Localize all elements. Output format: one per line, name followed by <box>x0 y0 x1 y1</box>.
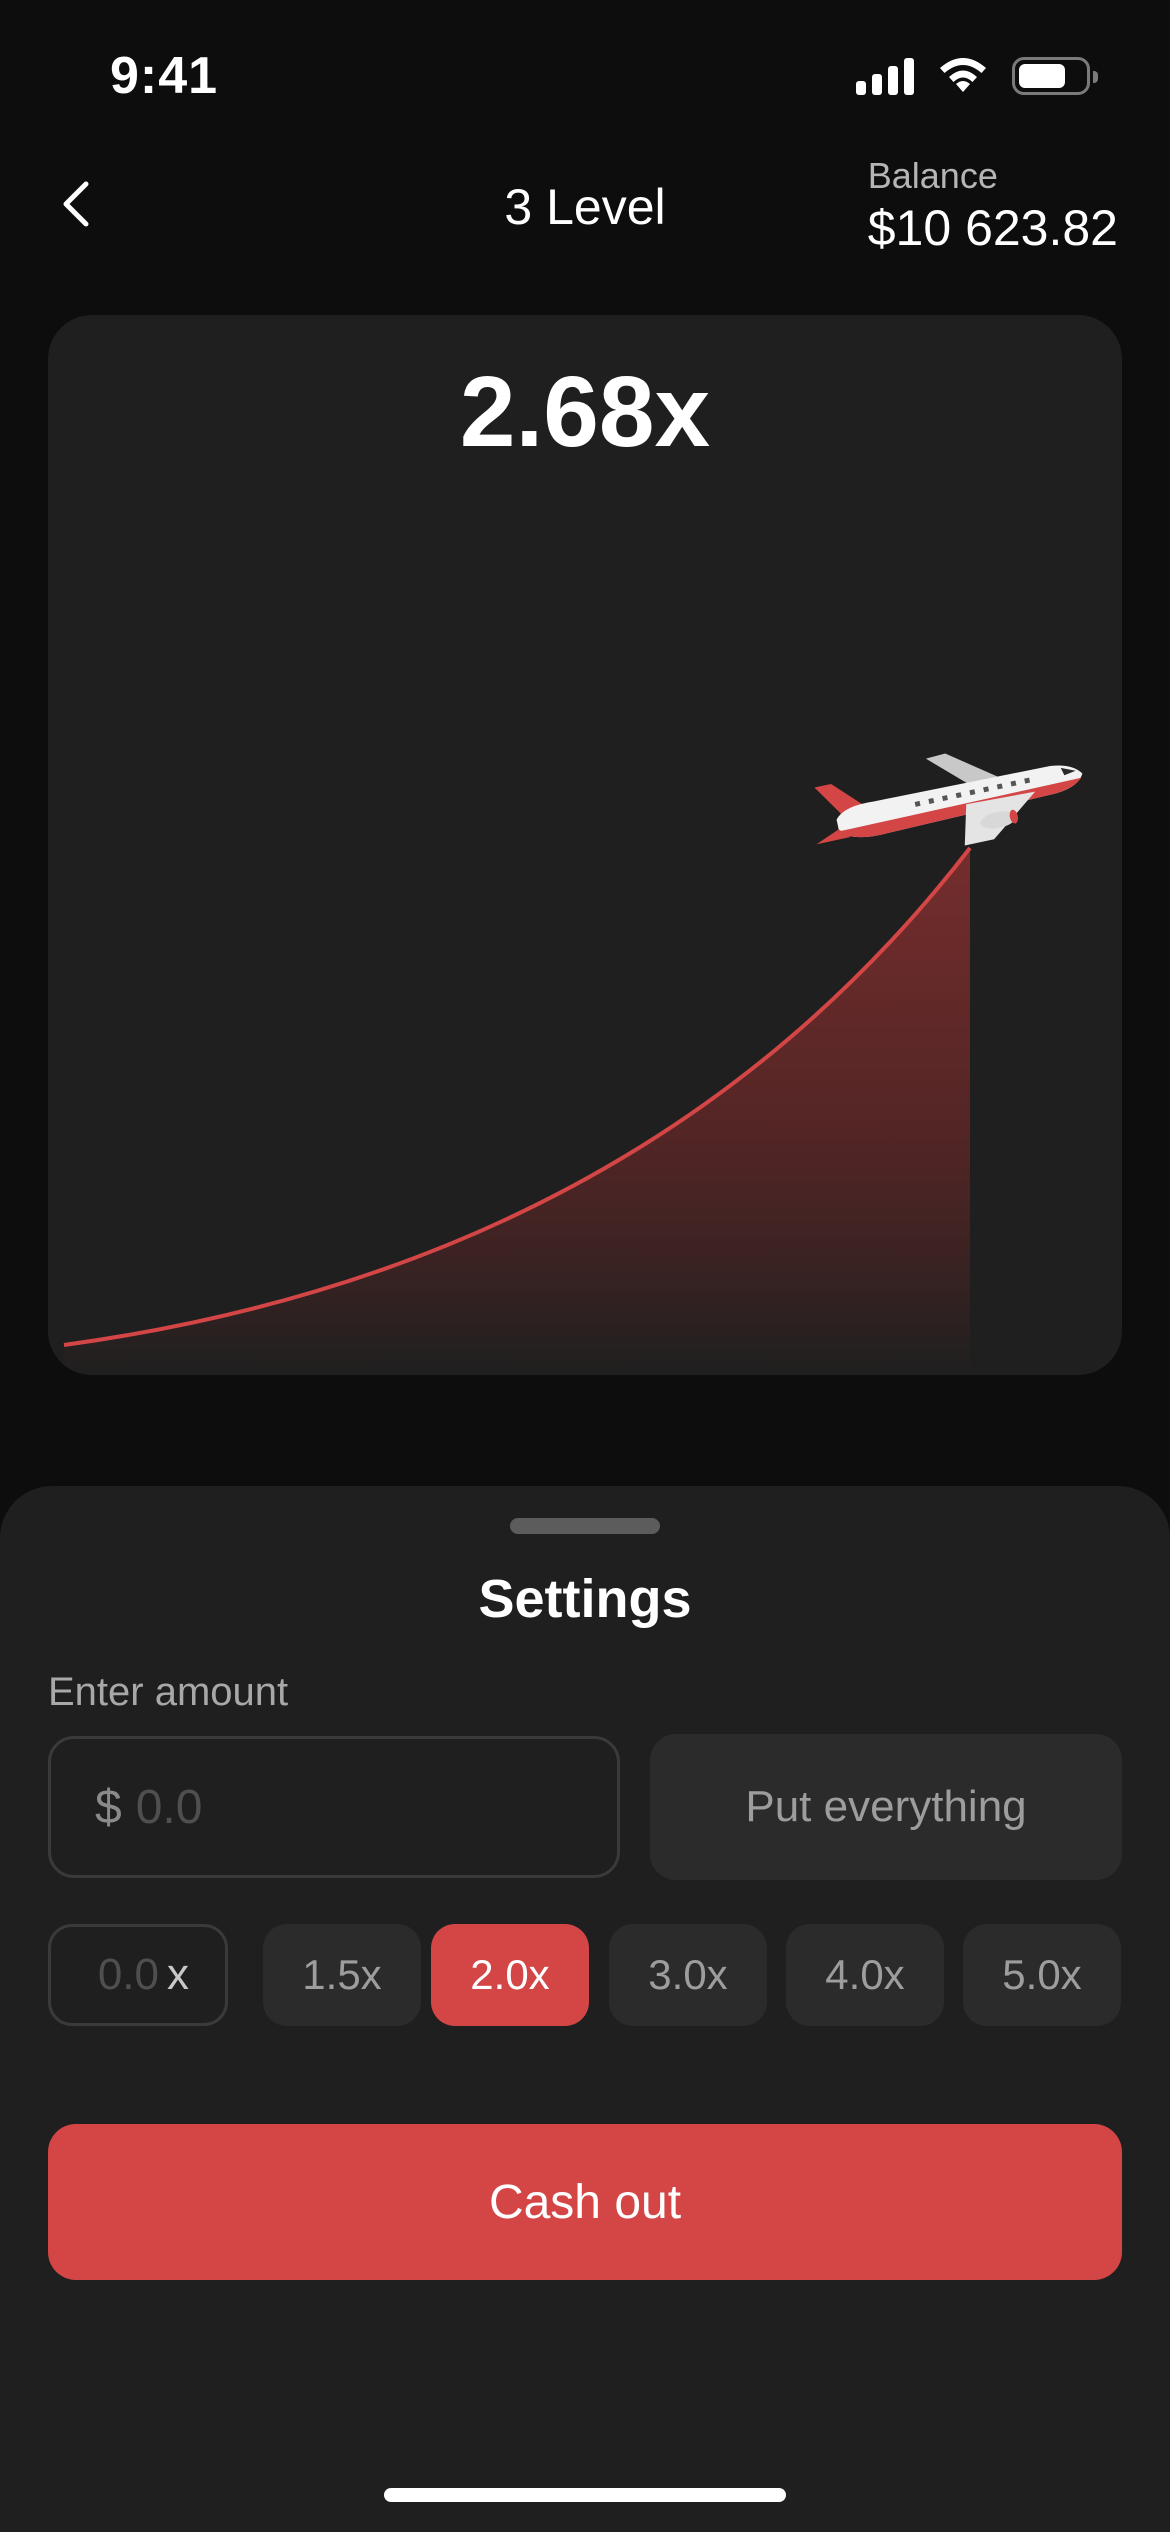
cellular-signal-icon <box>856 57 914 95</box>
header: 3 Level Balance $10 623.82 <box>0 150 1170 270</box>
balance-label: Balance <box>867 155 998 196</box>
balance: Balance $10 623.82 <box>868 155 1118 257</box>
multiplier-chip-3-0x[interactable]: 3.0x <box>609 1924 767 2026</box>
multiplier-suffix: x <box>167 1950 189 1999</box>
current-multiplier: 2.68x <box>459 356 711 468</box>
amount-input[interactable] <box>135 1779 556 1835</box>
curve-area <box>64 848 970 1375</box>
home-indicator <box>384 2488 786 2502</box>
currency-symbol: $ <box>95 1780 122 1834</box>
multiplier-chip-4-0x[interactable]: 4.0x <box>786 1924 944 2026</box>
airplane-icon <box>814 753 1083 846</box>
status-bar: 9:41 <box>0 0 1170 150</box>
balance-value: $10 623.82 <box>867 200 1118 256</box>
multiplier-chip-1-5x[interactable]: 1.5x <box>263 1924 421 2026</box>
game-area: 2.68x <box>48 315 1122 1375</box>
amount-label: Enter amount <box>48 1670 289 1714</box>
multiplier-chip-2-0x[interactable]: 2.0x <box>431 1924 589 2026</box>
settings-sheet: Settings Enter amount $ Put everything x… <box>0 1486 1170 2532</box>
wifi-icon <box>940 58 986 92</box>
custom-multiplier-input[interactable] <box>87 1950 159 2000</box>
flight-curve <box>63 753 1083 1375</box>
multiplier-chip-5-0x[interactable]: 5.0x <box>963 1924 1121 2026</box>
status-time: 9:41 <box>110 47 219 105</box>
custom-multiplier-field[interactable]: x <box>48 1924 228 2026</box>
sheet-grabber[interactable] <box>510 1518 660 1534</box>
battery-icon <box>1012 57 1098 95</box>
settings-title: Settings <box>478 1569 692 1629</box>
put-everything-button[interactable]: Put everything <box>650 1734 1122 1880</box>
cash-out-button[interactable]: Cash out <box>48 2124 1122 2280</box>
status-icons <box>856 56 1098 96</box>
amount-field[interactable]: $ <box>48 1736 620 1878</box>
